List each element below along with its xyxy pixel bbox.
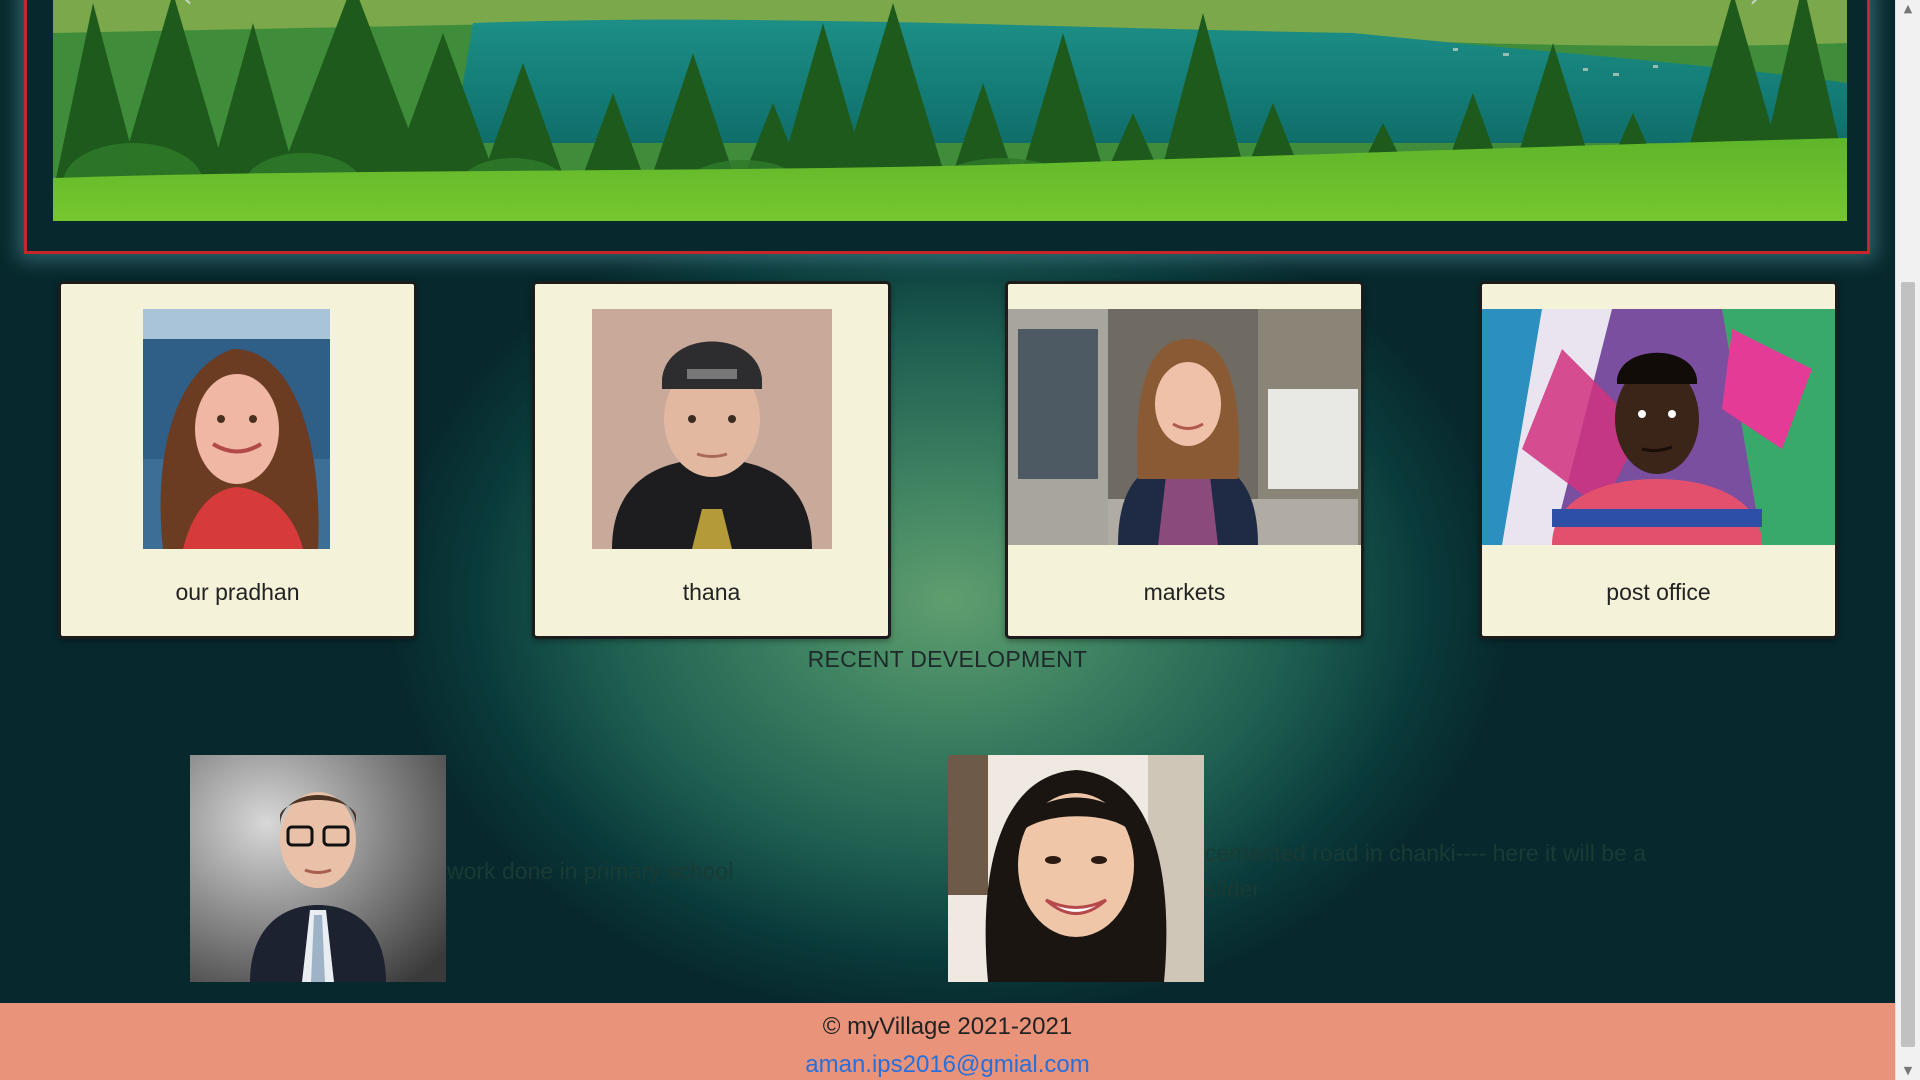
man-graffiti-wall-photo [1482,309,1835,545]
chevron-right-icon[interactable]: › [1735,0,1775,13]
development-item-text: work done in primary school [447,858,734,884]
card-thana[interactable]: thana [532,281,891,639]
card-post-office[interactable]: post office [1479,281,1838,639]
woman-selfie-photo [143,309,330,549]
man-cap-hoodie-photo [592,309,832,549]
scrollbar-thumb[interactable] [1901,282,1915,1047]
email-link[interactable]: aman.ips2016@gmial.com [0,1051,1895,1079]
copyright-text: © myVillage 2021-2021 [822,1013,1073,1040]
recent-development-title: RECENT DEVELOPMENT [807,646,1088,672]
woman-street-scarf-photo [1008,309,1361,545]
scroll-down-arrow-icon[interactable]: ▼ [1896,1062,1920,1080]
card-label: thana [682,579,741,605]
card-label: post office [1606,579,1711,605]
card-label: our pradhan [175,579,300,605]
scroll-up-arrow-icon[interactable]: ▲ [1896,0,1920,18]
development-item-text: cemented road in chanki---- here it will… [1205,840,1647,902]
hero-landscape-image [53,0,1847,231]
vertical-scrollbar[interactable]: ▲ ▼ [1895,0,1920,1080]
page: ‹ › our pradhan [0,0,1895,1080]
footer: © myVillage 2021-2021 aman.ips2016@gmial… [0,1003,1895,1080]
chevron-left-icon[interactable]: ‹ [167,0,207,13]
hero-slider: ‹ › [24,0,1870,254]
smiling-woman-photo [948,755,1204,982]
card-markets[interactable]: markets [1005,281,1364,639]
man-glasses-suit-photo [190,755,446,982]
card-label: markets [1143,579,1226,605]
card-our-pradhan[interactable]: our pradhan [58,281,417,639]
